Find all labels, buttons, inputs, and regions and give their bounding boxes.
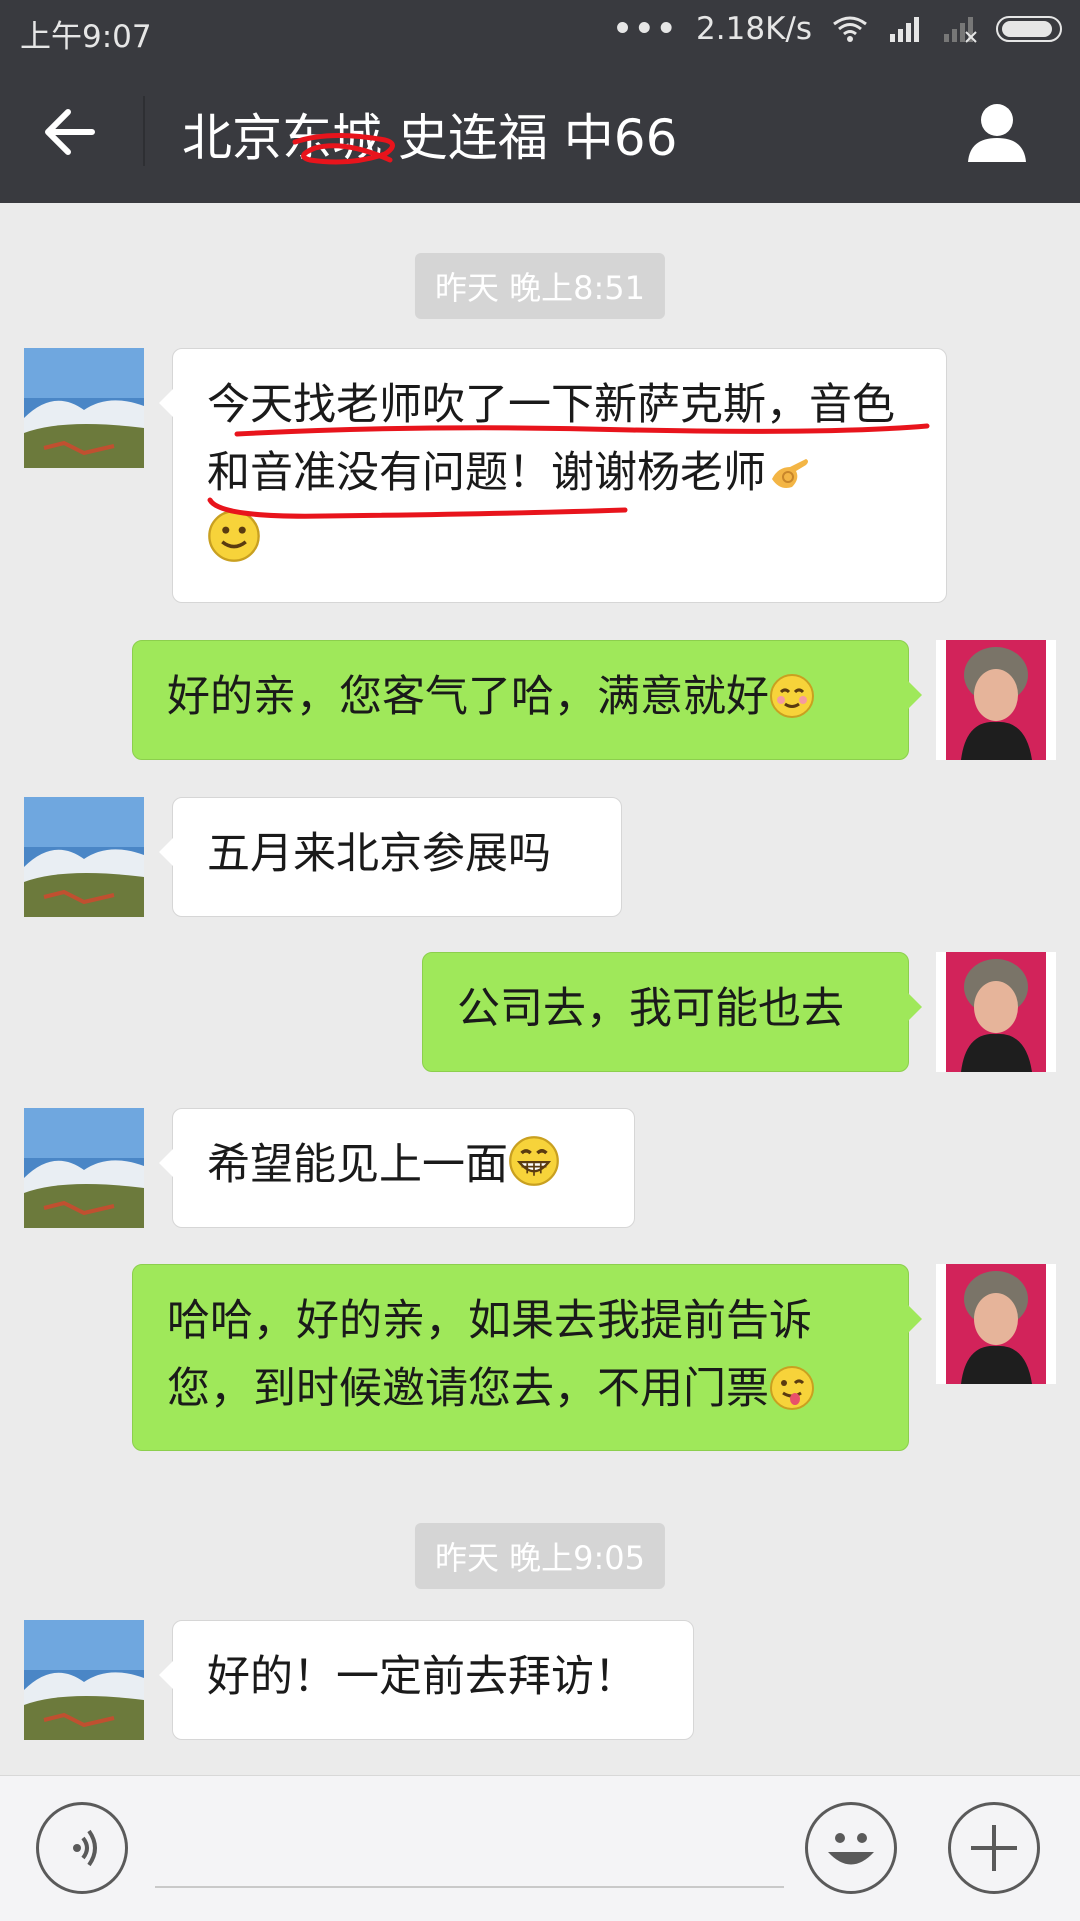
my-avatar[interactable]: [936, 952, 1056, 1072]
signal-icon: [890, 17, 919, 42]
voice-button[interactable]: [36, 1802, 128, 1894]
contact-avatar[interactable]: [24, 797, 144, 917]
message-text: 好的！一定前去拜访！: [207, 1652, 637, 1702]
no-signal-icon: [944, 17, 977, 43]
status-time: 上午9:07: [20, 19, 152, 55]
voice-icon: [73, 1829, 97, 1867]
smile-emoji: [208, 510, 260, 562]
plus-button[interactable]: [948, 1802, 1040, 1894]
message-bubble-outgoing[interactable]: 哈哈，好的亲，如果去我提前告诉您，到时候邀请您去，不用门票: [132, 1264, 922, 1451]
message-bubble-incoming[interactable]: 今天找老师吹了一下新萨克斯，音色和音准没有问题！谢谢杨老师: [159, 348, 947, 603]
message-input[interactable]: [155, 1816, 784, 1888]
contact-avatar[interactable]: [24, 348, 144, 468]
blush-emoji: [770, 674, 814, 718]
message-bubble-incoming[interactable]: 希望能见上一面: [159, 1108, 635, 1228]
input-bar: [0, 1775, 1080, 1921]
back-arrow-icon[interactable]: [40, 102, 100, 162]
contact-avatar[interactable]: [24, 1108, 144, 1228]
status-bar: 上午9:07 ••• 2.18K/s: [0, 0, 1080, 60]
message-bubble-incoming[interactable]: 五月来北京参展吗: [159, 797, 622, 917]
emoji-icon: [828, 1833, 874, 1865]
message-text: 希望能见上一面: [207, 1140, 508, 1190]
emoji-button[interactable]: [805, 1802, 897, 1894]
my-avatar[interactable]: [936, 640, 1056, 760]
message-text: 好的亲，您客气了哈，满意就好: [167, 672, 769, 722]
status-icons: ••• 2.18K/s: [613, 11, 1062, 47]
grin-emoji: [509, 1136, 559, 1186]
timestamp: 昨天 晚上9:05: [414, 1523, 666, 1589]
network-speed: 2.18K/s: [696, 11, 812, 47]
chat-header: 北京东城 史连福 中66: [0, 60, 1080, 203]
chat-title: 北京东城 史连福 中66: [182, 109, 678, 167]
title-divider: [143, 96, 145, 166]
plus-icon: [971, 1825, 1017, 1871]
wink-tongue-emoji: [770, 1366, 814, 1410]
message-text: 公司去，我可能也去: [457, 984, 844, 1034]
my-avatar[interactable]: [936, 1264, 1056, 1384]
ok-hand-emoji: [772, 459, 808, 488]
message-bubble-outgoing[interactable]: 好的亲，您客气了哈，满意就好: [132, 640, 922, 760]
timestamp: 昨天 晚上8:51: [414, 253, 666, 319]
profile-icon[interactable]: [964, 100, 1030, 166]
message-bubble-outgoing[interactable]: 公司去，我可能也去: [422, 952, 922, 1072]
message-bubble-incoming[interactable]: 好的！一定前去拜访！: [159, 1620, 694, 1740]
message-text: 五月来北京参展吗: [207, 829, 551, 879]
message-text: 哈哈，好的亲，如果去我提前告诉您，到时候邀请您去，不用门票: [167, 1296, 812, 1414]
contact-avatar[interactable]: [24, 1620, 144, 1740]
battery-icon: [996, 16, 1062, 42]
wifi-icon: [833, 16, 867, 42]
more-dots-icon: •••: [612, 11, 679, 47]
